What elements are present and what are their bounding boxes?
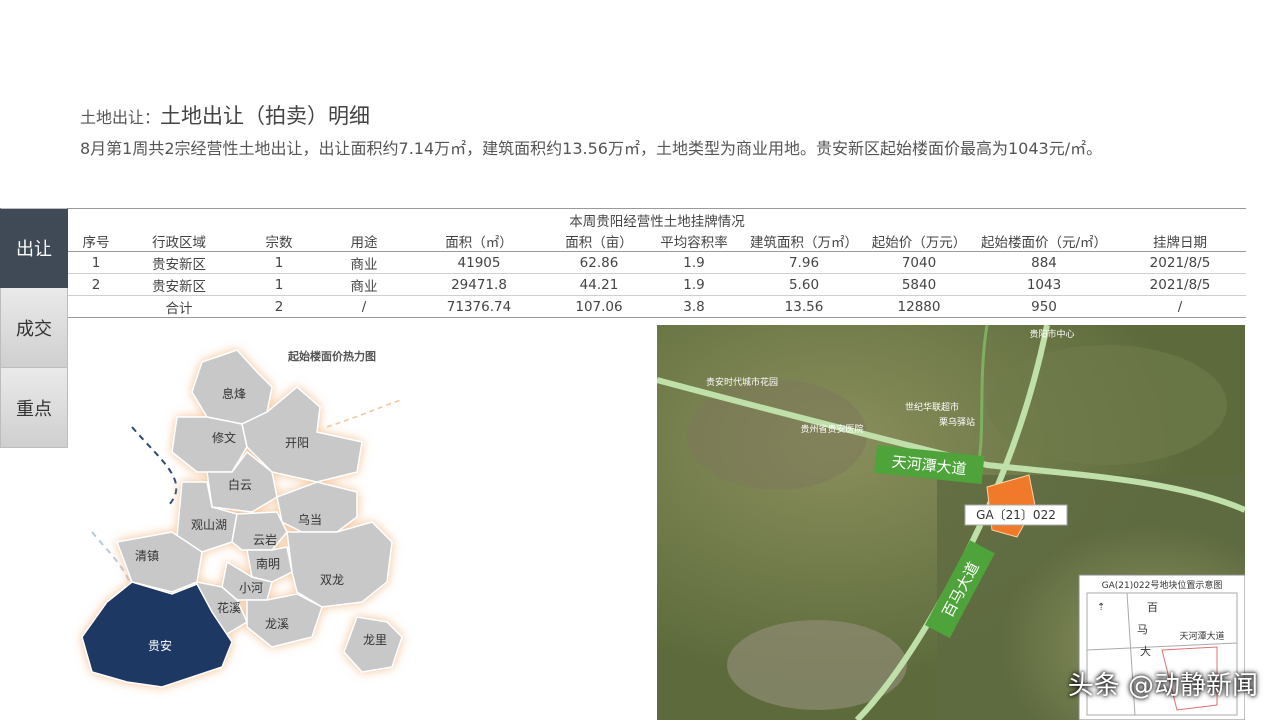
col-header: 用途 — [324, 230, 404, 252]
region-label: 南明 — [256, 556, 280, 571]
col-header: 行政区域 — [124, 230, 234, 252]
place-label: 贵州省贵安医院 — [800, 423, 863, 435]
region-label: 云岩 — [253, 532, 277, 547]
watermark: 头条 @动静新闻 — [1067, 671, 1258, 701]
col-header: 平均容积率 — [644, 230, 744, 252]
terrain-patch — [987, 345, 1227, 465]
table-cell: 1 — [234, 273, 324, 296]
table-cell: 2021/8/5 — [1114, 251, 1246, 274]
inset-title: GA(21)022号地块位置示意图 — [1102, 579, 1223, 591]
table-cell: 41905 — [404, 251, 554, 274]
table-cell: 贵安新区 — [124, 273, 234, 296]
inset-char: 百 — [1147, 601, 1158, 614]
title-main: 土地出让（拍卖）明细 — [160, 104, 371, 128]
land-table: 本周贵阳经营性土地挂牌情况 序号 行政区域 宗数 用途 面积（㎡） 面积（亩） … — [68, 208, 1246, 318]
col-header: 建筑面积（万㎡） — [744, 230, 864, 252]
table-cell: 贵安新区 — [124, 251, 234, 274]
col-header: 序号 — [68, 230, 124, 252]
satellite-map: 天河潭大道 百马大道 GA〔21〕022 贵安时代城市花园 世纪华联超市 贵州省… — [657, 325, 1245, 720]
inset-char: 大 — [1140, 644, 1151, 658]
col-header: 起始价（万元） — [864, 230, 974, 252]
table-cell: 1 — [68, 251, 124, 274]
col-header: 起始楼面价（元/㎡） — [974, 230, 1114, 252]
region-label: 乌当 — [298, 512, 322, 527]
boundary-line — [326, 399, 403, 428]
table-cell: 44.21 — [554, 273, 644, 296]
table-cell: 62.86 — [554, 251, 644, 274]
place-label: 贵阳市中心 — [1029, 328, 1074, 340]
region-label: 小河 — [239, 581, 263, 595]
satellite-canvas: 天河潭大道 百马大道 GA〔21〕022 贵安时代城市花园 世纪华联超市 贵州省… — [657, 325, 1245, 720]
table-cell: 5.60 — [744, 273, 864, 296]
region-label: 白云 — [228, 477, 252, 492]
region-label: 龙溪 — [265, 617, 289, 631]
tab-transfer[interactable]: 出让 — [0, 208, 68, 288]
tab-key[interactable]: 重点 — [0, 368, 68, 448]
table-total-row: 合计 2 / 71376.74 107.06 3.8 13.56 12880 9… — [68, 295, 1246, 318]
table-header-row: 序号 行政区域 宗数 用途 面积（㎡） 面积（亩） 平均容积率 建筑面积（万㎡）… — [68, 230, 1246, 252]
table-cell — [68, 295, 124, 318]
table-cell: 1 — [234, 251, 324, 274]
table-caption: 本周贵阳经营性土地挂牌情况 — [68, 208, 1246, 230]
table-cell: / — [324, 295, 404, 318]
region-label: 双龙 — [320, 573, 344, 587]
table-cell: / — [1114, 295, 1246, 318]
heatmap-title: 起始楼面价热力图 — [287, 349, 376, 363]
col-header: 面积（㎡） — [404, 230, 554, 252]
region-label: 修文 — [212, 430, 236, 445]
table-cell: 2021/8/5 — [1114, 273, 1246, 296]
table-cell: 2 — [68, 273, 124, 296]
col-header: 宗数 — [234, 230, 324, 252]
table-cell: 1.9 — [644, 273, 744, 296]
table-row: 1 贵安新区 1 商业 41905 62.86 1.9 7.96 7040 88… — [68, 251, 1246, 274]
page-title: 土地出让：土地出让（拍卖）明细 — [80, 100, 370, 130]
inset-road-label: 天河潭大道 — [1179, 630, 1224, 642]
table-cell: 商业 — [324, 273, 404, 296]
table-cell: 3.8 — [644, 295, 744, 318]
col-header: 挂牌日期 — [1114, 230, 1246, 252]
table-cell: 950 — [974, 295, 1114, 318]
place-label: 贵安时代城市花园 — [706, 376, 778, 388]
table-row: 2 贵安新区 1 商业 29471.8 44.21 1.9 5.60 5840 … — [68, 273, 1246, 296]
col-header: 面积（亩） — [554, 230, 644, 252]
inset-char: 马 — [1137, 623, 1148, 636]
place-label: 栗乌驿站 — [939, 416, 975, 428]
title-prefix: 土地出让： — [80, 108, 161, 127]
region-shuanglong — [286, 521, 393, 608]
table-cell: 12880 — [864, 295, 974, 318]
table-cell: 1043 — [974, 273, 1114, 296]
table-cell: 5840 — [864, 273, 974, 296]
side-tabs: 出让 成交 重点 — [0, 208, 68, 448]
region-label: 龙里 — [363, 633, 387, 647]
north-icon: ⇡ — [1097, 602, 1105, 613]
table-cell: 2 — [234, 295, 324, 318]
table-cell: 107.06 — [554, 295, 644, 318]
parcel-label: GA〔21〕022 — [976, 508, 1056, 522]
boundary-line — [131, 426, 178, 508]
table-cell: 7.96 — [744, 251, 864, 274]
place-label: 世纪华联超市 — [905, 401, 959, 413]
region-label: 开阳 — [285, 436, 309, 450]
region-label: 息烽 — [222, 386, 246, 401]
table-cell: 1.9 — [644, 251, 744, 274]
page-description: 8月第1周共2宗经营性土地出让，出让面积约7.14万㎡，建筑面积约13.56万㎡… — [80, 139, 1103, 158]
heatmap-map: 起始楼面价热力图 息烽 修文 开阳 白云 观山湖 乌当 云岩 清镇 南明 小河 … — [81, 349, 403, 688]
table-cell: 71376.74 — [404, 295, 554, 318]
table-cell: 29471.8 — [404, 273, 554, 296]
table-cell: 商业 — [324, 251, 404, 274]
table-cell: 884 — [974, 251, 1114, 274]
region-label: 贵安 — [148, 638, 172, 653]
table-cell: 13.56 — [744, 295, 864, 318]
tab-deal[interactable]: 成交 — [0, 288, 68, 368]
region-label: 清镇 — [135, 549, 159, 563]
table-cell: 7040 — [864, 251, 974, 274]
region-label: 花溪 — [217, 600, 241, 615]
table-cell: 合计 — [124, 295, 234, 318]
region-label: 观山湖 — [191, 517, 227, 532]
